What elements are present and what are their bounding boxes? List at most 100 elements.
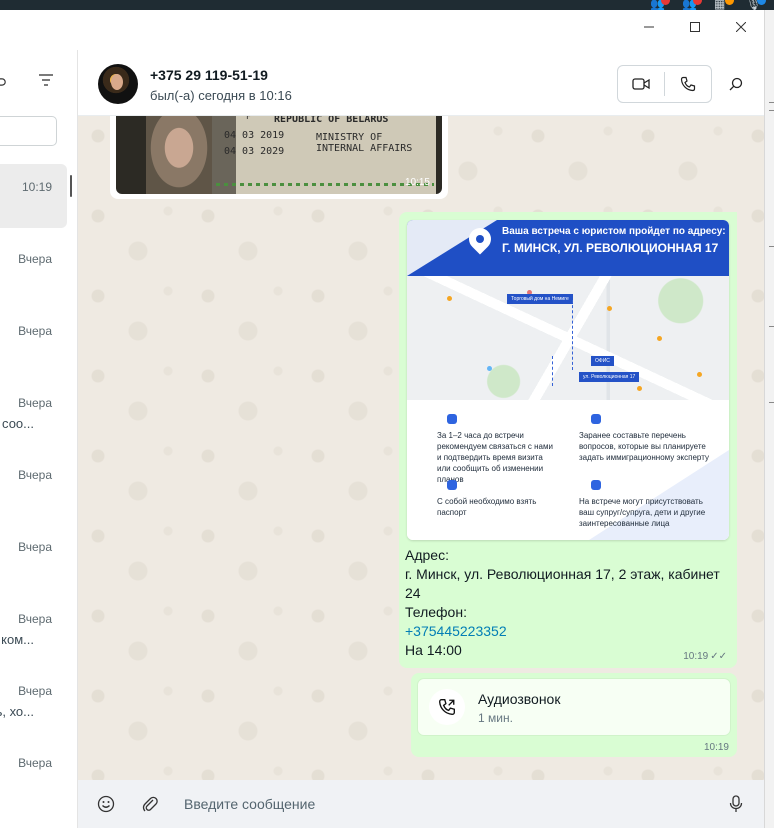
chat-list-item[interactable]: Вчера	[0, 236, 67, 300]
avatar[interactable]	[98, 64, 138, 104]
video-camera-icon	[632, 78, 650, 90]
chat-time: Вчера	[18, 252, 52, 266]
map-label: ул. Революционная 17	[579, 372, 640, 382]
window-titlebar	[0, 10, 764, 50]
passport-field: INTERNAL AFFAIRS	[316, 143, 413, 154]
heart-icon	[591, 480, 601, 490]
chat-time: Вчера	[18, 684, 52, 698]
passport-field: MINISTRY OF	[316, 132, 383, 143]
incoming-image-message[interactable]: F REPUBLIC OF BELARUS 04 03 2019 MINISTR…	[110, 116, 448, 199]
flyer-banner: Ваша встреча с юристом пройдет по адресу…	[407, 220, 729, 276]
flyer-tips: За 1–2 часа до встречи рекомендуем связа…	[407, 400, 729, 540]
chat-time: Вчера	[18, 612, 52, 626]
chat-time: Вчера	[18, 324, 52, 338]
flyer-tip: На встрече могут присутствовать ваш супр…	[579, 497, 706, 528]
chat-snippet: соо...	[2, 416, 34, 431]
message-time: 10:15	[404, 177, 430, 188]
chat-list-item[interactable]: 10:19	[0, 164, 67, 228]
calendar-icon[interactable]: ▦	[714, 0, 734, 11]
passport-field: 04 03 2019	[224, 130, 285, 141]
phone-link[interactable]: +375445223352	[405, 622, 731, 641]
map-label: Торговый дом на Немиге	[507, 294, 573, 304]
system-tray: 👥 👥 ▦ 🎙	[650, 0, 766, 11]
maximize-button[interactable]	[672, 10, 718, 44]
map-label: ОФИС	[591, 356, 614, 366]
search-icon	[729, 77, 743, 91]
close-button[interactable]	[718, 10, 764, 44]
chat-time: Вчера	[18, 468, 52, 482]
flyer-tip: С собой необходимо взять паспорт	[437, 497, 537, 517]
chat-header: +375 29 119-51-19 был(-а) сегодня в 10:1…	[78, 50, 764, 116]
message-input[interactable]	[184, 788, 704, 820]
conversation-pane[interactable]: F REPUBLIC OF BELARUS 04 03 2019 MINISTR…	[78, 116, 764, 780]
filter-icon[interactable]	[38, 72, 54, 91]
chat-time: Вчера	[18, 540, 52, 554]
people-icon[interactable]: 👥	[682, 0, 702, 11]
chat-time: Вчера	[18, 396, 52, 410]
message-line: Телефон:	[405, 604, 467, 620]
emoji-button[interactable]	[96, 794, 116, 814]
call-buttons	[617, 65, 712, 103]
attach-button[interactable]	[140, 794, 160, 814]
chat-list-sidebar: ⊃ 10:19 Вчера Вчера Вчера соо... Вчера В…	[0, 50, 78, 828]
passport-field: F	[246, 116, 251, 121]
close-icon	[736, 22, 746, 32]
chat-list-item[interactable]: Вчера ь, хо...	[0, 668, 67, 732]
chat-time: Вчера	[18, 756, 52, 770]
passport-photo-image[interactable]: F REPUBLIC OF BELARUS 04 03 2019 MINISTR…	[116, 116, 442, 194]
search-in-chat-button[interactable]	[726, 74, 746, 94]
chat-list-item[interactable]: Вчера	[0, 524, 67, 588]
voice-message-button[interactable]	[726, 794, 746, 814]
message-composer	[78, 780, 764, 828]
minimize-icon	[644, 26, 654, 28]
chat-list-item[interactable]: Вчера	[0, 308, 67, 372]
chat-list-item[interactable]: Вчера ком...	[0, 596, 67, 660]
call-title: Аудиозвонок	[478, 691, 561, 707]
chat-bubble-icon	[591, 414, 601, 424]
chat-search-input[interactable]	[0, 116, 57, 146]
message-line: Адрес:	[405, 547, 449, 563]
flyer-map: Торговый дом на Немиге ОФИС ул. Революци…	[407, 276, 729, 400]
appointment-flyer-image[interactable]: Ваша встреча с юристом пройдет по адресу…	[407, 220, 729, 540]
chat-list-item[interactable]: Вчера	[0, 452, 67, 516]
message-time: 10:19	[683, 651, 709, 662]
message-line: На 14:00	[405, 642, 462, 658]
emoji-icon	[97, 795, 115, 813]
background-window-edge	[764, 10, 774, 828]
chat-list-item[interactable]: Вчера	[0, 740, 67, 804]
contact-name[interactable]: +375 29 119-51-19	[150, 67, 268, 83]
phone-icon	[447, 414, 457, 424]
chat-snippet: ком...	[1, 632, 34, 647]
message-body: Адрес: г. Минск, ул. Революционная 17, 2…	[405, 546, 731, 660]
flyer-address: Г. МИНСК, УЛ. РЕВОЛЮЦИОННАЯ 17	[502, 241, 719, 255]
flyer-heading: Ваша встреча с юристом пройдет по адресу…	[502, 226, 726, 237]
paperclip-icon	[142, 796, 158, 812]
minimize-button[interactable]	[626, 10, 672, 44]
flyer-tip: Заранее составьте перечень вопросов, кот…	[579, 431, 709, 462]
portrait-photo	[146, 116, 212, 194]
outgoing-call-message[interactable]: Аудиозвонок 1 мин. 10:19	[411, 673, 737, 757]
mic-icon[interactable]: 🎙	[746, 0, 766, 11]
voice-call-button[interactable]	[665, 66, 711, 102]
outgoing-message-appointment[interactable]: Ваша встреча с юристом пройдет по адресу…	[399, 212, 737, 668]
people-icon[interactable]: 👥	[650, 0, 670, 11]
message-line: г. Минск, ул. Революционная 17, 2 этаж, …	[405, 566, 720, 601]
contact-last-seen: был(-а) сегодня в 10:16	[150, 88, 292, 103]
video-call-button[interactable]	[618, 66, 664, 102]
chat-snippet: ь, хо...	[0, 704, 34, 719]
os-taskbar: 👥 👥 ▦ 🎙	[0, 0, 774, 11]
chat-time: 10:19	[21, 180, 52, 194]
message-meta: 10:19 ✓✓	[683, 651, 727, 662]
new-chat-icon[interactable]: ⊃	[0, 72, 7, 91]
microphone-icon	[729, 795, 743, 812]
audio-call-card[interactable]: Аудиозвонок 1 мин.	[418, 679, 730, 735]
sidebar-scrollbar[interactable]	[70, 175, 72, 197]
flyer-tip: За 1–2 часа до встречи рекомендуем связа…	[437, 431, 553, 484]
passport-field: REPUBLIC OF BELARUS	[274, 116, 389, 125]
chat-list-item[interactable]: Вчера соо...	[0, 380, 67, 444]
call-duration: 1 мин.	[478, 711, 513, 725]
maximize-icon	[690, 22, 700, 32]
double-check-icon: ✓✓	[710, 651, 727, 662]
outgoing-call-icon	[429, 689, 465, 725]
message-time: 10:19	[703, 742, 729, 753]
